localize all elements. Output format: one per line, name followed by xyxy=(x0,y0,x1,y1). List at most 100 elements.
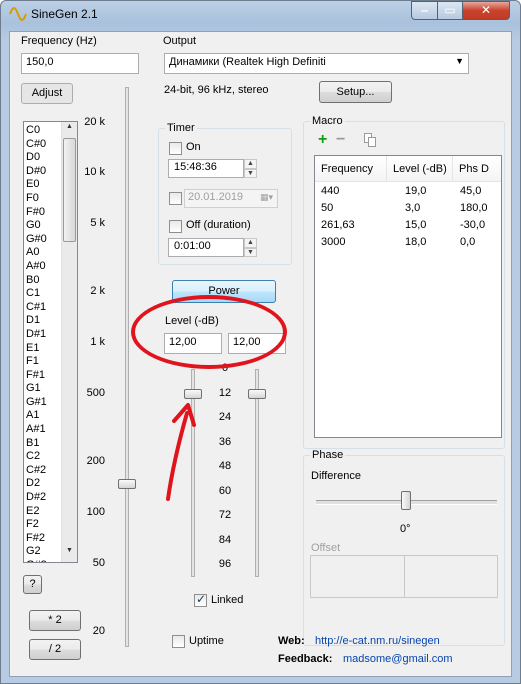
macro-table-row[interactable]: 261,63 15,0 -30,0 xyxy=(315,217,501,234)
up-arrow-icon[interactable]: ▲ xyxy=(244,238,257,248)
note-item[interactable]: D1 xyxy=(26,314,47,328)
note-item[interactable]: D2 xyxy=(26,477,47,491)
timer-off-checkbox[interactable] xyxy=(169,220,182,233)
add-macro-icon[interactable]: + xyxy=(318,132,327,148)
note-item[interactable]: G1 xyxy=(26,382,47,396)
note-item[interactable]: B0 xyxy=(26,274,47,288)
uptime-checkbox[interactable] xyxy=(172,635,185,648)
frequency-tick-label: 50 xyxy=(92,557,105,569)
frequency-tick-label: 10 k xyxy=(84,166,105,178)
minimize-button[interactable]: ‒ xyxy=(411,1,438,20)
note-item[interactable]: E2 xyxy=(26,505,47,519)
level-right-slider-track[interactable] xyxy=(255,369,259,577)
note-item[interactable]: G#2 xyxy=(26,559,47,562)
phase-slider-thumb[interactable] xyxy=(401,491,411,510)
note-item[interactable]: B1 xyxy=(26,437,47,451)
macro-table-row[interactable]: 50 3,0 180,0 xyxy=(315,200,501,217)
timer-on-checkbox[interactable] xyxy=(169,142,182,155)
note-item[interactable]: G2 xyxy=(26,545,47,559)
macro-frequency-cell: 3000 xyxy=(321,236,346,248)
up-arrow-icon[interactable]: ▲ xyxy=(244,159,257,169)
frequency-tick-label: 5 k xyxy=(90,217,105,229)
down-arrow-icon[interactable]: ▼ xyxy=(244,168,257,178)
column-frequency[interactable]: Frequency xyxy=(315,156,387,182)
macro-label: Macro xyxy=(310,115,345,127)
setup-button[interactable]: Setup... xyxy=(319,81,392,103)
note-item[interactable]: F#2 xyxy=(26,532,47,546)
note-item[interactable]: G0 xyxy=(26,219,47,233)
adjust-button[interactable]: Adjust xyxy=(21,83,73,104)
note-item[interactable]: C#0 xyxy=(26,138,47,152)
macro-level-cell: 19,0 xyxy=(405,185,427,197)
timer-date-value: 20.01.2019 xyxy=(188,191,244,203)
phase-offset-divider xyxy=(404,556,405,597)
timer-duration-spinner[interactable]: ▲ ▼ xyxy=(243,238,257,257)
frequency-input[interactable]: 150,0 xyxy=(21,53,139,74)
maximize-button[interactable]: ▭ xyxy=(437,1,463,20)
phase-difference-label: Difference xyxy=(311,470,361,482)
title-bar[interactable]: SineGen 2.1 ‒ ▭ ✕ xyxy=(1,1,520,29)
level-tick-label: 84 xyxy=(218,533,232,546)
level-left-slider-thumb[interactable] xyxy=(184,389,202,399)
note-item[interactable]: D#2 xyxy=(26,491,47,505)
output-device-select[interactable]: Динамики (Realtek High Definiti ▼ xyxy=(164,53,469,74)
linked-checkbox[interactable] xyxy=(194,592,207,607)
frequency-slider-track[interactable] xyxy=(125,87,129,647)
level-left-slider-track[interactable] xyxy=(191,369,195,577)
app-window: SineGen 2.1 ‒ ▭ ✕ Frequency (Hz) 150,0 A… xyxy=(0,0,521,684)
note-item[interactable]: C2 xyxy=(26,450,47,464)
copy-macro-icon[interactable] xyxy=(364,133,376,147)
feedback-email-link[interactable]: madsome@gmail.com xyxy=(343,653,453,665)
macro-table[interactable]: Frequency Level (-dB) Phs D 440 19,0 45,0 5… xyxy=(314,155,502,438)
column-phase[interactable]: Phs D xyxy=(453,156,501,182)
column-level[interactable]: Level (-dB) xyxy=(387,156,453,182)
macro-level-cell: 15,0 xyxy=(405,219,427,231)
level-right-slider-thumb[interactable] xyxy=(248,389,266,399)
timer-date-picker[interactable]: 20.01.2019 ▦▾ xyxy=(184,189,278,208)
divide-two-button[interactable]: / 2 xyxy=(29,639,81,660)
note-item[interactable]: F2 xyxy=(26,518,47,532)
help-button[interactable]: ? xyxy=(23,575,42,594)
macro-table-row[interactable]: 440 19,0 45,0 xyxy=(315,183,501,200)
calendar-dropdown-icon: ▦▾ xyxy=(259,192,273,202)
output-device-value: Динамики (Realtek High Definiti xyxy=(169,56,326,68)
note-item[interactable]: D#0 xyxy=(26,165,47,179)
note-item[interactable]: C1 xyxy=(26,287,47,301)
macro-frequency-cell: 440 xyxy=(321,185,340,197)
note-item[interactable]: D#1 xyxy=(26,328,47,342)
uptime-label: Uptime xyxy=(189,635,224,647)
note-item[interactable]: C#2 xyxy=(26,464,47,478)
note-item[interactable]: F1 xyxy=(26,355,47,369)
macro-phase-cell: -30,0 xyxy=(460,219,486,231)
timer-date-checkbox[interactable] xyxy=(169,192,182,205)
timer-label: Timer xyxy=(165,122,197,134)
note-item[interactable]: D0 xyxy=(26,151,47,165)
note-item[interactable]: A1 xyxy=(26,409,47,423)
note-item[interactable]: F#0 xyxy=(26,206,47,220)
feedback-label: Feedback: xyxy=(278,653,333,665)
note-item[interactable]: A0 xyxy=(26,246,47,260)
down-arrow-icon[interactable]: ▼ xyxy=(244,247,257,257)
close-button[interactable]: ✕ xyxy=(462,1,510,20)
note-item[interactable]: A#1 xyxy=(26,423,47,437)
minimize-icon: ‒ xyxy=(421,3,428,17)
remove-macro-icon[interactable]: − xyxy=(336,132,345,148)
note-item[interactable]: G#1 xyxy=(26,396,47,410)
note-item[interactable]: E1 xyxy=(26,342,47,356)
linked-label: Linked xyxy=(211,594,244,606)
note-item[interactable]: C0 xyxy=(26,124,47,138)
note-item[interactable]: C#1 xyxy=(26,301,47,315)
frequency-slider-thumb[interactable] xyxy=(118,479,136,489)
level-tick-label: 24 xyxy=(218,411,232,423)
window-title: SineGen 2.1 xyxy=(31,7,98,21)
note-item[interactable]: A#0 xyxy=(26,260,47,274)
timer-time-spinner[interactable]: ▲ ▼ xyxy=(243,159,257,178)
note-item[interactable]: F0 xyxy=(26,192,47,206)
macro-phase-cell: 0,0 xyxy=(460,236,476,248)
macro-table-row[interactable]: 3000 18,0 0,0 xyxy=(315,234,501,251)
note-item[interactable]: E0 xyxy=(26,178,47,192)
macro-frequency-cell: 50 xyxy=(321,202,334,214)
note-item[interactable]: F#1 xyxy=(26,369,47,383)
note-item[interactable]: G#0 xyxy=(26,233,47,247)
web-link[interactable]: http://e-cat.nm.ru/sinegen xyxy=(315,635,440,647)
